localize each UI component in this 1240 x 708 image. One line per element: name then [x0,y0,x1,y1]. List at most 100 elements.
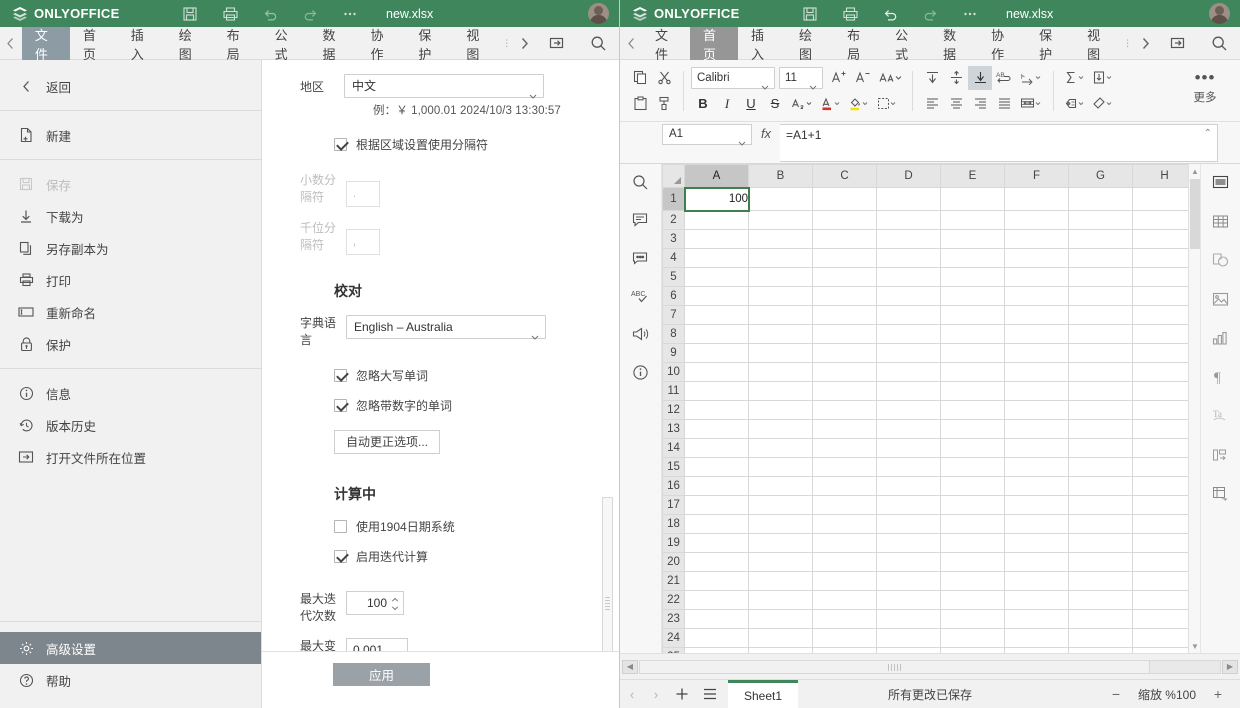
cell-h22[interactable] [1132,590,1197,610]
cell-d12[interactable] [876,400,941,420]
cell-c1[interactable] [812,187,877,211]
cell-b7[interactable] [748,305,813,325]
column-header-c[interactable]: C [812,164,877,188]
fill-icon[interactable] [1089,66,1117,90]
cell-a18[interactable] [684,514,749,534]
cell-a21[interactable] [684,571,749,591]
cell-b16[interactable] [748,476,813,496]
cell-d2[interactable] [876,210,941,230]
cell-e17[interactable] [940,495,1005,515]
tab-gongshi[interactable]: 公式 [882,27,930,62]
copy-icon[interactable] [628,66,652,90]
row-header-9[interactable]: 9 [662,343,685,363]
cell-g15[interactable] [1068,457,1133,477]
cell-d21[interactable] [876,571,941,591]
font-size-select[interactable]: 11 [779,66,823,90]
hscroll-track[interactable] [639,659,1221,674]
undo-icon[interactable] [870,0,910,27]
cell-h20[interactable] [1132,552,1197,572]
cell-e12[interactable] [940,400,1005,420]
cell-b25[interactable] [748,647,813,653]
max-change-input[interactable]: 0.001 [346,638,408,651]
cell-h10[interactable] [1132,362,1197,382]
cell-c25[interactable] [812,647,877,653]
row-header-25[interactable]: 25 [662,647,685,653]
change-case-icon[interactable] [875,66,905,90]
cell-c3[interactable] [812,229,877,249]
cell-f13[interactable] [1004,419,1069,439]
cell-settings-icon[interactable] [1209,170,1233,194]
align-center-icon[interactable] [944,92,968,116]
number-format-icon[interactable] [1061,92,1089,116]
cell-f11[interactable] [1004,381,1069,401]
cell-h25[interactable] [1132,647,1197,653]
back-button[interactable]: 返回 [0,70,261,102]
cell-e21[interactable] [940,571,1005,591]
more-icon[interactable] [330,0,370,27]
cell-a8[interactable] [684,324,749,344]
cell-e9[interactable] [940,343,1005,363]
cell-b22[interactable] [748,590,813,610]
cell-d22[interactable] [876,590,941,610]
cell-e1[interactable] [940,187,1005,211]
menu-item-download-as[interactable]: 下载为 [0,200,261,232]
date-1904-checkbox[interactable] [334,520,347,533]
cell-d9[interactable] [876,343,941,363]
cell-b14[interactable] [748,438,813,458]
column-header-h[interactable]: H [1132,164,1197,188]
ignore-numbers-checkbox[interactable] [334,399,347,412]
about-icon[interactable] [629,360,653,384]
clear-icon[interactable] [1089,92,1117,116]
tab-shitu[interactable]: 视图 [453,27,501,62]
cell-d25[interactable] [876,647,941,653]
tab-xiezuo[interactable]: 协作 [357,27,405,62]
align-bottom-icon[interactable] [968,65,992,90]
search-icon[interactable] [1198,27,1240,60]
increase-font-icon[interactable] [827,66,851,90]
cell-f2[interactable] [1004,210,1069,230]
cell-e5[interactable] [940,267,1005,287]
iterative-calc-checkbox[interactable] [334,550,347,563]
cell-c22[interactable] [812,590,877,610]
cell-g7[interactable] [1068,305,1133,325]
cell-c2[interactable] [812,210,877,230]
tab-baohu[interactable]: 保护 [405,27,453,62]
use-separators-checkbox[interactable] [334,138,347,151]
cell-f6[interactable] [1004,286,1069,306]
cell-a13[interactable] [684,419,749,439]
cell-b13[interactable] [748,419,813,439]
cell-h7[interactable] [1132,305,1197,325]
cell-g13[interactable] [1068,419,1133,439]
ignore-numbers-row[interactable]: 忽略带数字的单词 [334,397,579,414]
column-header-e[interactable]: E [940,164,1005,188]
spreadsheet-grid[interactable]: A B C D E F G H 1 100 2 3 4 5 6 7 8 9 10… [662,164,1200,653]
region-select[interactable]: 中文 [344,74,544,99]
merge-cells-icon[interactable] [1016,92,1046,116]
cell-h17[interactable] [1132,495,1197,515]
cell-a2[interactable] [684,210,749,230]
row-header-23[interactable]: 23 [662,609,685,629]
cell-a10[interactable] [684,362,749,382]
hscroll-thumb[interactable] [640,660,1151,673]
more-icon[interactable] [950,0,990,27]
print-icon[interactable] [830,0,870,27]
row-header-24[interactable]: 24 [662,628,685,648]
italic-icon[interactable]: I [715,92,739,116]
name-box[interactable]: A1 [662,124,752,146]
menu-item-version-history[interactable]: 版本历史 [0,409,261,441]
menu-item-protect[interactable]: 保护 [0,328,261,360]
cell-c17[interactable] [812,495,877,515]
cell-f4[interactable] [1004,248,1069,268]
cell-a19[interactable] [684,533,749,553]
cell-f22[interactable] [1004,590,1069,610]
cell-f20[interactable] [1004,552,1069,572]
cell-f8[interactable] [1004,324,1069,344]
cell-a15[interactable] [684,457,749,477]
cell-c4[interactable] [812,248,877,268]
formula-expand-icon[interactable]: ⌃ [1204,128,1212,139]
cell-e20[interactable] [940,552,1005,572]
cell-f18[interactable] [1004,514,1069,534]
cell-c8[interactable] [812,324,877,344]
cell-e8[interactable] [940,324,1005,344]
tab-baohu[interactable]: 保护 [1026,27,1074,62]
